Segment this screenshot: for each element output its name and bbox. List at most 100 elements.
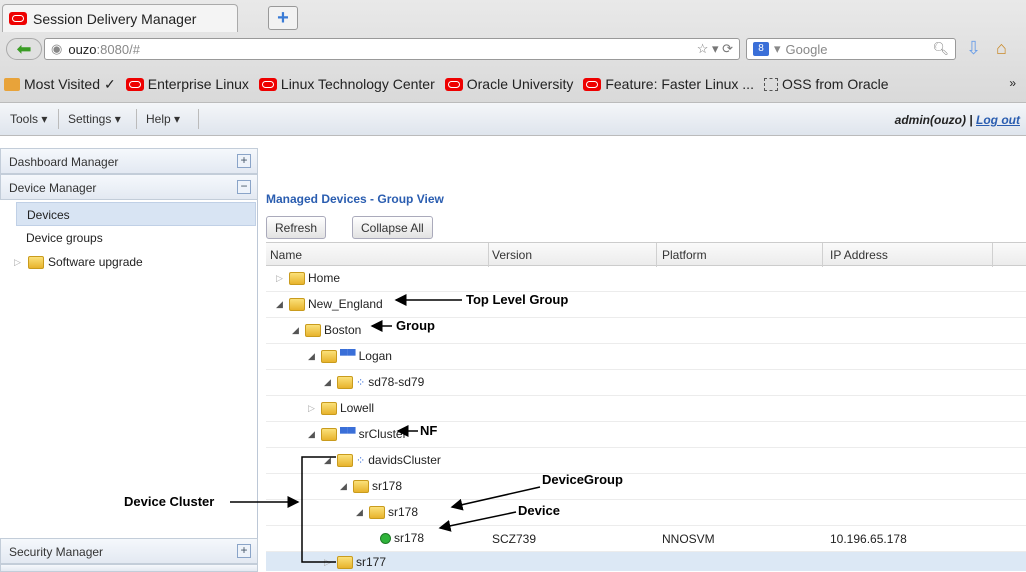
user-info: admin(ouzo) | Log out [895,113,1020,127]
folder-icon [337,453,353,467]
table-row[interactable]: ◢ sr178 [266,500,1026,526]
table-row[interactable]: ◢ Boston [266,318,1026,344]
chevron-down-icon: ✓ [104,75,116,92]
bookmark-feature-faster-linux[interactable]: Feature: Faster Linux ... [583,76,754,92]
bookmark-linux-technology-center[interactable]: Linux Technology Center [258,76,435,92]
table-row[interactable]: ◢ sr178 [266,474,1026,500]
globe-icon: ◉ [51,41,63,56]
table-row[interactable]: ◢ ▀▀ srCluster [266,422,1026,448]
folder-icon [321,401,337,415]
collapse-triangle-icon[interactable]: ◢ [276,299,286,310]
network-function-icon: ▀▀ [340,428,356,440]
user-label: admin(ouzo) | [894,113,977,127]
annotation-device-group: DeviceGroup [542,472,623,487]
table-header: Name Version Platform IP Address [266,242,1026,267]
url-bar[interactable]: ◉ ouzo:8080/# ☆ ▾ ⟳ [44,38,740,60]
folder-icon [337,375,353,389]
app-toolbar: Tools ▾ Settings ▾ Help ▾ admin(ouzo) | … [0,102,1026,136]
collapse-triangle-icon[interactable]: ◢ [340,481,350,492]
folder-icon [321,427,337,441]
bookmark-enterprise-linux[interactable]: Enterprise Linux [125,76,249,92]
folder-icon [305,323,321,337]
sidebar-item-devices[interactable]: Devices [16,202,256,226]
oracle-icon [125,77,144,91]
annotation-device: Device [518,503,560,518]
url-path: :8080/# [96,41,140,57]
logout-link[interactable]: Log out [976,113,1020,127]
cluster-icon: ⁘ [356,376,366,389]
divider [136,109,137,129]
settings-menu[interactable]: Settings ▾ [68,112,121,126]
oracle-icon [583,77,602,91]
sidebar-item-software-upgrade[interactable]: ▷ Software upgrade [4,248,244,272]
collapse-triangle-icon[interactable]: ◢ [308,429,318,440]
device-manager-header[interactable]: Device Manager − [0,174,258,200]
bookmark-most-visited[interactable]: Most Visited ✓ [4,76,116,93]
table-row[interactable]: ◢ ▀▀ Logan [266,344,1026,370]
folder-icon [4,77,20,91]
bookmarks-bar: Most Visited ✓ Enterprise Linux Linux Tec… [4,72,1024,96]
expand-icon[interactable]: + [237,154,251,168]
back-arrow-icon[interactable]: ⬅ [6,38,42,60]
network-function-icon: ▀▀ [340,350,356,362]
collapse-triangle-icon[interactable]: ◢ [324,455,334,466]
folder-icon [289,271,305,285]
collapse-triangle-icon[interactable]: ◢ [324,377,334,388]
security-manager-header[interactable]: Security Manager + [0,538,258,564]
divider [656,243,657,267]
table-row[interactable]: ▷ Lowell [266,396,1026,422]
collapse-triangle-icon[interactable]: ◢ [308,351,318,362]
table-row[interactable]: ◢ New_England [266,292,1026,318]
collapse-icon[interactable]: − [237,180,251,194]
download-icon[interactable]: ⇩ [966,38,981,59]
collapse-all-button[interactable]: Collapse All [352,216,433,239]
sidebar-item-device-groups[interactable]: Device groups [16,226,256,250]
expand-triangle-icon[interactable]: ▷ [276,273,286,284]
browser-tab[interactable]: Session Delivery Manager [2,4,238,32]
google-icon[interactable]: 8 [753,42,769,56]
column-ip-address[interactable]: IP Address [830,248,888,262]
home-icon[interactable]: ⌂ [996,38,1007,59]
tools-menu[interactable]: Tools ▾ [10,112,47,126]
column-version[interactable]: Version [492,248,532,262]
oracle-icon [9,12,27,25]
bookmark-oracle-university[interactable]: Oracle University [444,76,573,92]
refresh-button[interactable]: Refresh [266,216,327,239]
collapse-triangle-icon[interactable]: ◢ [292,325,302,336]
table-row[interactable]: ▷ sr177 [266,552,1026,571]
divider [822,243,823,267]
table-row[interactable]: ▷ Home [266,266,1026,292]
expand-triangle-icon[interactable]: ▷ [324,557,334,568]
table-row[interactable]: ◢ ⁘ davidsCluster [266,448,1026,474]
column-platform[interactable]: Platform [662,248,707,262]
divider [198,109,199,129]
table-row[interactable]: sr178 SCZ739 NNOSVM 10.196.65.178 [266,526,1026,552]
folder-icon [289,297,305,311]
status-online-icon [380,532,391,544]
divider [58,109,59,129]
bookmarks-overflow-icon[interactable]: » [1009,76,1016,90]
magnifier-icon[interactable]: 🔍︎ [932,41,949,57]
oracle-icon [258,77,277,91]
search-engine-chevron-icon[interactable]: ▾ [774,41,781,57]
help-menu[interactable]: Help ▾ [146,112,180,126]
expand-triangle-icon[interactable]: ▷ [308,403,318,414]
divider [992,243,993,267]
collapse-triangle-icon[interactable]: ◢ [356,507,366,518]
expand-triangle-icon[interactable]: ▷ [14,257,24,268]
bookmark-oss-from-oracle[interactable]: OSS from Oracle [763,76,889,92]
folder-icon [321,349,337,363]
platform-cell: NNOSVM [662,532,715,546]
dashboard-manager-header[interactable]: Dashboard Manager + [0,148,258,174]
page-title: Managed Devices - Group View [266,192,444,206]
new-tab-button[interactable]: + [268,6,298,30]
annotation-top-level-group: Top Level Group [466,292,569,307]
dashed-box-icon [763,77,778,91]
search-bar[interactable]: 8 ▾ Google 🔍︎ [746,38,956,60]
expand-icon[interactable]: + [237,544,251,558]
table-row[interactable]: ◢ ⁘ sd78-sd79 [266,370,1026,396]
annotation-nf: NF [420,423,438,438]
column-name[interactable]: Name [270,248,302,262]
ip-address-cell: 10.196.65.178 [830,532,907,546]
star-icon[interactable]: ☆ ▾ ⟳ [697,41,733,57]
